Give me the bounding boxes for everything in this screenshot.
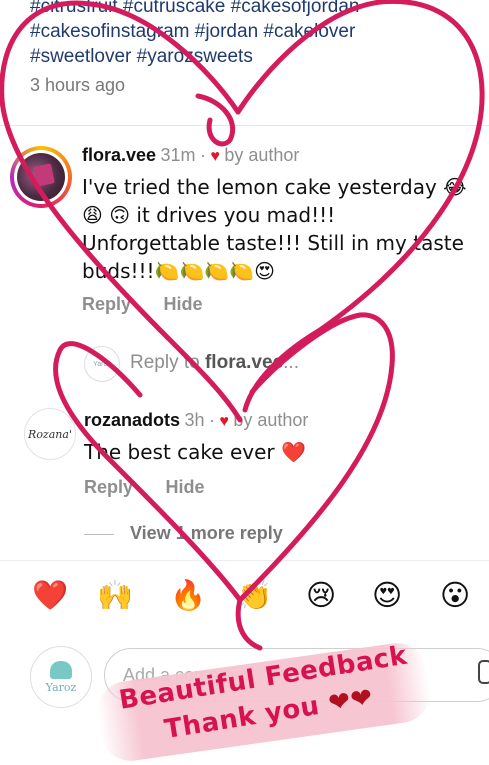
avatar[interactable]: Rozana' bbox=[24, 408, 76, 460]
comment-text: The best cake ever ❤️ bbox=[84, 440, 306, 464]
comment-header: flora.vee 31m · ♥ by author bbox=[82, 145, 300, 165]
comment-header: rozanadots 3h · ♥ by author bbox=[84, 410, 309, 430]
hashtag-line[interactable]: #cakesofinstagram #jordan #cakelover bbox=[30, 19, 480, 44]
comment-actions: Reply Hide bbox=[82, 294, 203, 315]
reply-to-field[interactable]: Reply to flora.vee... bbox=[130, 352, 299, 374]
comment-time: 31m bbox=[160, 145, 196, 165]
comment-actions: Reply Hide bbox=[84, 477, 205, 498]
comment-time: 3h bbox=[184, 410, 205, 430]
hashtag-line[interactable]: #citrusfruit #cutruscake #cakesofjordan bbox=[30, 0, 480, 19]
hide-button[interactable]: Hide bbox=[165, 477, 204, 497]
avatar[interactable]: Yaroz bbox=[30, 646, 92, 708]
reply-button[interactable]: Reply bbox=[84, 477, 133, 497]
divider bbox=[0, 125, 489, 126]
divider bbox=[0, 560, 489, 561]
fire-emoji-button[interactable]: 🔥 bbox=[170, 578, 206, 613]
heart-icon: ♥ bbox=[219, 413, 229, 430]
avatar[interactable]: Yaroz bbox=[84, 346, 120, 382]
hide-button[interactable]: Hide bbox=[163, 294, 202, 314]
hearts-icon: ❤❤ bbox=[326, 682, 376, 720]
reply-button[interactable]: Reply bbox=[82, 294, 131, 314]
raised-hands-emoji-button[interactable]: 🙌 bbox=[97, 578, 133, 613]
quick-emoji-bar: ❤️ 🙌 🔥 👏 😢 😍 😮 bbox=[0, 578, 489, 624]
caption-timestamp: 3 hours ago bbox=[30, 75, 126, 95]
avatar[interactable] bbox=[17, 153, 65, 201]
hashtag-line[interactable]: #sweetlover #yarozsweets bbox=[30, 44, 480, 69]
surprised-emoji-button[interactable]: 😮 bbox=[440, 578, 470, 612]
gif-icon[interactable] bbox=[478, 660, 489, 684]
clap-emoji-button[interactable]: 👏 bbox=[236, 578, 272, 613]
cake-icon bbox=[50, 660, 72, 679]
crying-emoji-button[interactable]: 😢 bbox=[306, 578, 336, 612]
comment-username[interactable]: flora.vee bbox=[82, 145, 156, 165]
liked-by-author: by author bbox=[233, 410, 309, 430]
heart-eyes-emoji-button[interactable]: 😍 bbox=[372, 578, 402, 612]
comment-text: I've tried the lemon cake yesterday 😂 😩 … bbox=[82, 175, 467, 283]
caption-hashtags: #citrusfruit #cutruscake #cakesofjordan … bbox=[30, 0, 480, 69]
comment-username[interactable]: rozanadots bbox=[84, 410, 180, 430]
divider bbox=[84, 534, 114, 535]
heart-icon: ♥ bbox=[210, 148, 220, 165]
view-more-replies-button[interactable]: View 1 more reply bbox=[130, 523, 283, 544]
liked-by-author: by author bbox=[224, 145, 300, 165]
heart-emoji-button[interactable]: ❤️ bbox=[32, 578, 68, 613]
